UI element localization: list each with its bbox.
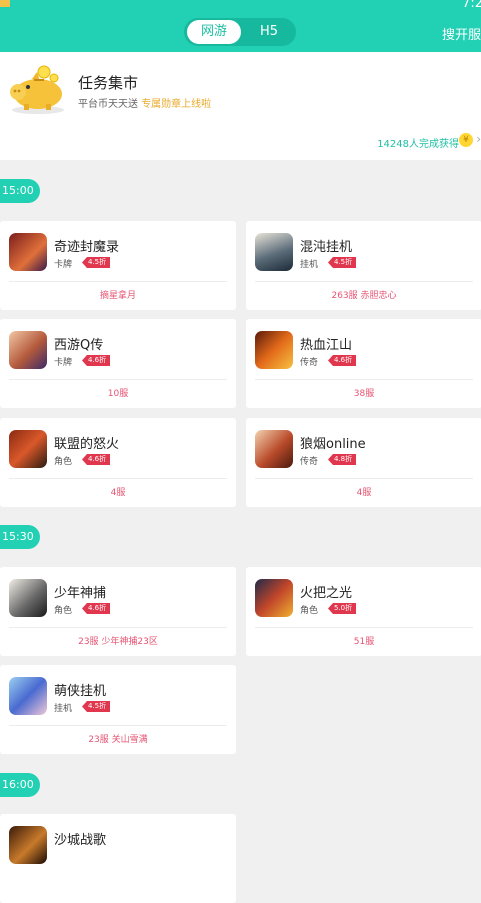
divider (9, 725, 227, 726)
game-name: 火把之光 (300, 586, 353, 601)
discount-badge: 4.6折 (328, 355, 357, 366)
server-info: 23服 少年神捕23区 (78, 637, 158, 647)
divider (255, 379, 473, 380)
game-name: 狼烟online (300, 437, 366, 452)
game-name: 少年神捕 (54, 586, 107, 601)
game-category: 卡牌 (54, 260, 73, 270)
game-name: 混沌挂机 (300, 240, 353, 255)
server-info: 4服 (110, 488, 126, 498)
divider (9, 281, 227, 282)
server-info: 51服 (353, 637, 375, 647)
game-category: 卡牌 (54, 358, 73, 368)
game-icon (255, 579, 293, 617)
game-card[interactable]: 热血江山 传奇 4.6折 38服 (246, 319, 481, 408)
divider (255, 478, 473, 479)
notification-icon (0, 0, 10, 7)
game-card[interactable]: 混沌挂机 挂机 4.5折 263服 赤胆忠心 (246, 221, 481, 310)
time-slot-label: 15:30 (0, 525, 40, 549)
tab-online-games[interactable]: 网游 (187, 20, 241, 44)
category-tabs: 网游 H5 (184, 18, 296, 46)
time-slot-label: 16:00 (0, 773, 40, 797)
game-name: 沙城战歌 (54, 833, 107, 848)
game-icon (9, 331, 47, 369)
task-progress-text: 14248人完成获得 (377, 139, 459, 150)
chevron-right-icon[interactable]: › (476, 132, 481, 146)
divider (9, 379, 227, 380)
discount-badge: 4.6折 (82, 454, 111, 465)
server-info: 38服 (353, 389, 375, 399)
divider (255, 281, 473, 282)
game-category: 传奇 (300, 457, 319, 467)
task-subtitle: 平台币天天送 专属勋章上线啦 (78, 95, 211, 110)
divider (9, 627, 227, 628)
game-icon (255, 331, 293, 369)
game-icon (9, 233, 47, 271)
game-card[interactable]: 联盟的怒火 角色 4.6折 4服 (0, 418, 236, 507)
task-title: 任务集市 (78, 74, 139, 92)
game-icon (9, 677, 47, 715)
piggy-bank-icon (10, 65, 64, 114)
game-name: 萌侠挂机 (54, 684, 107, 699)
game-category: 角色 (300, 606, 319, 616)
discount-badge: 4.6折 (82, 355, 111, 366)
discount-badge: 4.5折 (82, 257, 111, 268)
game-name: 西游Q传 (54, 338, 104, 353)
server-info: 摘星拿月 (99, 291, 136, 301)
server-info: 10服 (107, 389, 129, 399)
game-icon (9, 579, 47, 617)
task-subtitle-highlight: 专属勋章上线啦 (141, 99, 212, 110)
game-category: 传奇 (300, 358, 319, 368)
game-card[interactable]: 少年神捕 角色 4.6折 23服 少年神捕23区 (0, 567, 236, 656)
task-subtitle-prefix: 平台币天天送 (78, 99, 142, 110)
coin-icon: ¥ (459, 133, 473, 147)
game-icon (9, 430, 47, 468)
status-time: 7:2 (462, 0, 481, 11)
discount-badge: 4.5折 (328, 257, 357, 268)
game-card[interactable]: 沙城战歌 (0, 814, 236, 903)
game-category: 角色 (54, 606, 73, 616)
game-icon (9, 826, 47, 864)
divider (255, 627, 473, 628)
time-slot-label: 15:00 (0, 179, 40, 203)
game-name: 联盟的怒火 (54, 437, 120, 452)
game-category: 挂机 (54, 704, 73, 714)
discount-badge: 4.5折 (82, 701, 111, 712)
game-name: 热血江山 (300, 338, 353, 353)
game-card[interactable]: 西游Q传 卡牌 4.6折 10服 (0, 319, 236, 408)
discount-badge: 4.6折 (82, 603, 111, 614)
game-category: 角色 (54, 457, 73, 467)
server-info: 4服 (356, 488, 372, 498)
discount-badge: 5.0折 (328, 603, 357, 614)
game-icon (255, 430, 293, 468)
tab-h5[interactable]: H5 (246, 20, 292, 44)
game-name: 奇迹封魔录 (54, 240, 120, 255)
task-market-card[interactable]: 任务集市 平台币天天送 专属勋章上线啦 14248人完成获得 ¥ › (0, 52, 481, 160)
game-icon (255, 233, 293, 271)
server-info: 23服 关山雪满 (88, 735, 148, 745)
divider (9, 478, 227, 479)
top-bar: 7:2 网游 H5 搜开服 (0, 0, 481, 52)
server-info: 263服 赤胆忠心 (331, 291, 397, 301)
game-card[interactable]: 火把之光 角色 5.0折 51服 (246, 567, 481, 656)
game-card[interactable]: 奇迹封魔录 卡牌 4.5折 摘星拿月 (0, 221, 236, 310)
game-card[interactable]: 萌侠挂机 挂机 4.5折 23服 关山雪满 (0, 665, 236, 754)
game-category: 挂机 (300, 260, 319, 270)
discount-badge: 4.8折 (328, 454, 357, 465)
game-card[interactable]: 狼烟online 传奇 4.8折 4服 (246, 418, 481, 507)
search-servers-button[interactable]: 搜开服 (442, 24, 481, 43)
